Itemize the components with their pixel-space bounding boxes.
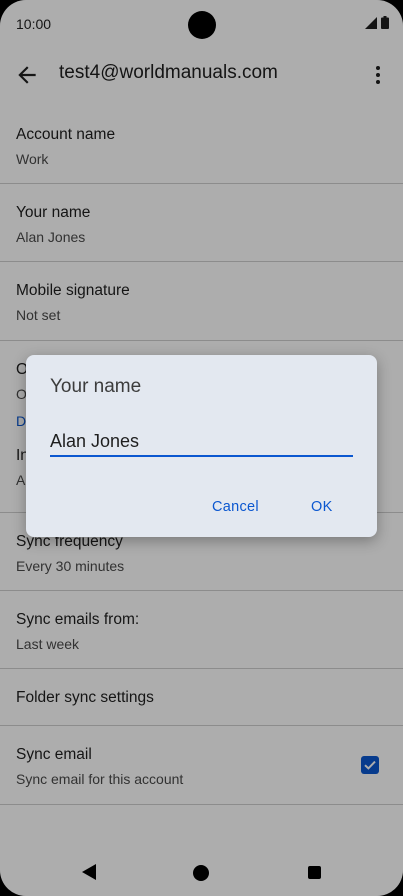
your-name-dialog: Your name Alan Jones Cancel OK	[26, 355, 377, 537]
dialog-title: Your name	[50, 376, 142, 397]
name-input[interactable]: Alan Jones	[50, 427, 353, 457]
ok-button[interactable]: OK	[311, 499, 333, 515]
phone-screen: 10:00 test4@worldmanuals.com Account nam…	[0, 0, 403, 896]
cancel-button[interactable]: Cancel	[212, 499, 259, 515]
